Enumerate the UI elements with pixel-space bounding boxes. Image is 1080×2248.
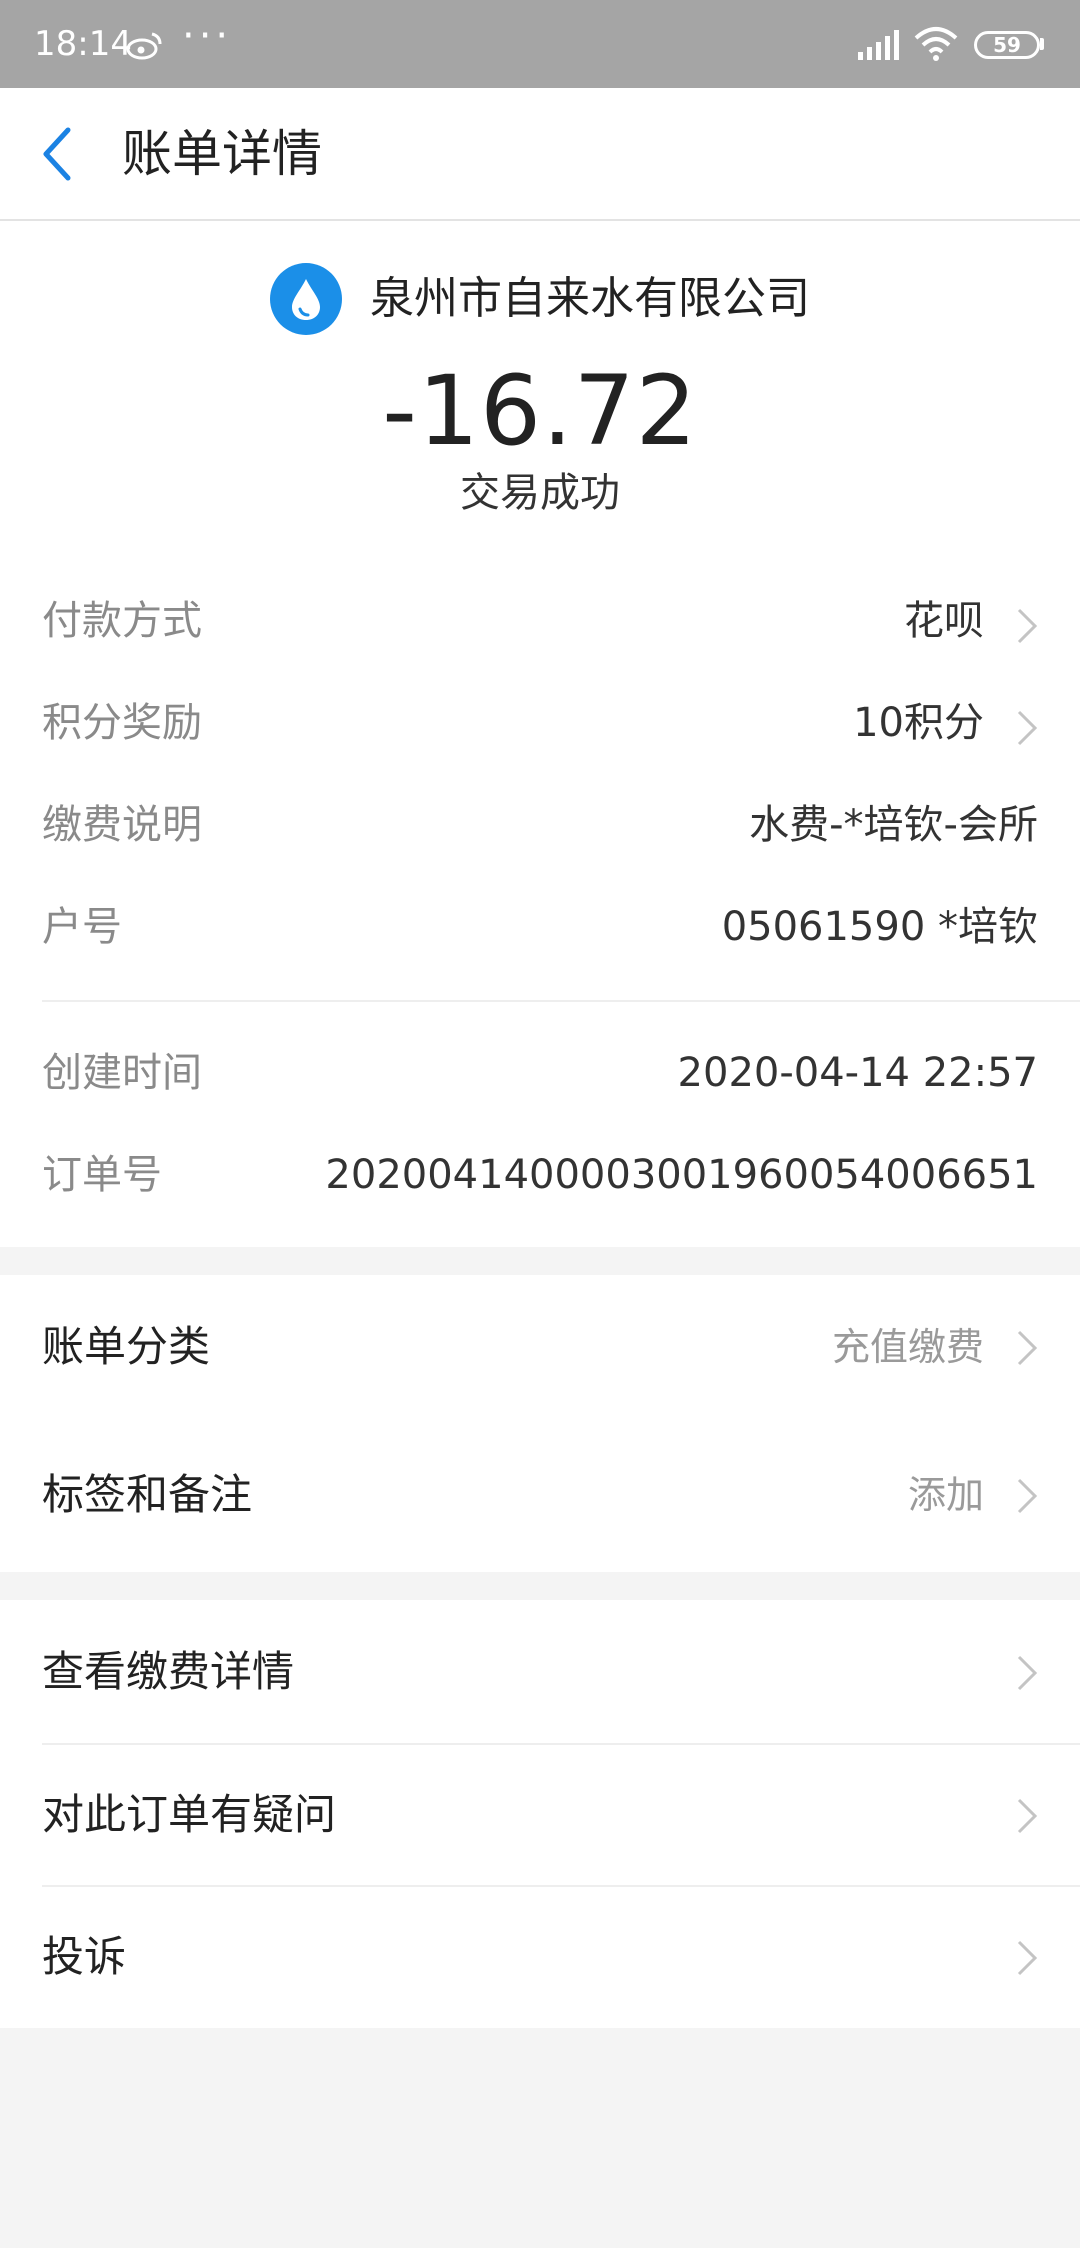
chevron-right-icon bbox=[1017, 710, 1038, 746]
detail-row-points-reward[interactable]: 积分奖励 10积分 bbox=[0, 683, 1080, 763]
category-value: 充值缴费 bbox=[831, 1325, 984, 1369]
detail-value: 水费-*培钦-会所 bbox=[749, 802, 1038, 848]
signal-icon bbox=[858, 30, 899, 60]
action-label: 对此订单有疑问 bbox=[42, 1790, 337, 1839]
chevron-right-icon bbox=[1017, 1798, 1038, 1834]
detail-row-payment-method[interactable]: 付款方式 花呗 bbox=[0, 581, 1080, 661]
detail-label: 户号 bbox=[42, 904, 122, 950]
tags-label: 标签和备注 bbox=[42, 1470, 253, 1519]
detail-value: 05061590 *培钦 bbox=[721, 904, 1038, 950]
chevron-right-icon bbox=[1017, 1940, 1038, 1976]
bill-settings-card: 账单分类 充值缴费 标签和备注 添加 bbox=[0, 1275, 1080, 1572]
transaction-status: 交易成功 bbox=[460, 470, 620, 516]
chevron-right-icon bbox=[1017, 608, 1038, 644]
order-question-row[interactable]: 对此订单有疑问 bbox=[0, 1743, 1080, 1887]
detail-value: 2020-04-14 22:57 bbox=[677, 1050, 1038, 1096]
chevron-right-icon bbox=[1017, 1330, 1038, 1366]
detail-label: 订单号 bbox=[42, 1152, 162, 1198]
actions-card: 查看缴费详情 对此订单有疑问 投诉 bbox=[0, 1600, 1080, 2028]
wifi-icon bbox=[914, 27, 958, 61]
detail-row-order-number: 订单号 2020041400003001960054006651 bbox=[0, 1135, 1080, 1215]
chevron-right-icon bbox=[1017, 1655, 1038, 1691]
detail-label: 缴费说明 bbox=[42, 802, 202, 848]
view-payment-details-row[interactable]: 查看缴费详情 bbox=[0, 1600, 1080, 1744]
tags-notes-row[interactable]: 标签和备注 添加 bbox=[0, 1423, 1080, 1567]
detail-value: 10积分 bbox=[853, 700, 984, 746]
detail-row-created-time: 创建时间 2020-04-14 22:57 bbox=[0, 1033, 1080, 1113]
status-bar: 18:14 ··· 59 bbox=[0, 0, 1080, 88]
merchant-header: 泉州市自来水有限公司 bbox=[0, 261, 1080, 337]
battery-cap bbox=[1040, 38, 1044, 50]
detail-row-payment-note: 缴费说明 水费-*培钦-会所 bbox=[0, 785, 1080, 865]
merchant-name: 泉州市自来水有限公司 bbox=[370, 273, 810, 324]
nav-bar: 账单详情 bbox=[0, 88, 1080, 221]
divider bbox=[42, 1000, 1080, 1002]
detail-value: 2020041400003001960054006651 bbox=[325, 1152, 1038, 1198]
detail-label: 付款方式 bbox=[42, 598, 202, 644]
water-drop-icon bbox=[270, 263, 342, 335]
bill-category-row[interactable]: 账单分类 充值缴费 bbox=[0, 1275, 1080, 1419]
detail-value: 花呗 bbox=[904, 598, 984, 644]
detail-row-account-number: 户号 05061590 *培钦 bbox=[0, 887, 1080, 967]
bill-summary-card: 泉州市自来水有限公司 -16.72 交易成功 付款方式 花呗 积分奖励 10积分… bbox=[0, 221, 1080, 1247]
detail-label: 创建时间 bbox=[42, 1050, 202, 1096]
action-label: 投诉 bbox=[42, 1932, 127, 1981]
action-label: 查看缴费详情 bbox=[42, 1647, 295, 1696]
weibo-icon bbox=[126, 32, 162, 60]
more-notifications-icon: ··· bbox=[182, 13, 233, 59]
status-time: 18:14 bbox=[34, 24, 132, 64]
complaint-row[interactable]: 投诉 bbox=[0, 1885, 1080, 2029]
detail-label: 积分奖励 bbox=[42, 700, 202, 746]
transaction-amount: -16.72 bbox=[382, 355, 698, 467]
back-arrow-icon[interactable] bbox=[38, 124, 78, 184]
page-title: 账单详情 bbox=[122, 125, 322, 183]
chevron-right-icon bbox=[1017, 1478, 1038, 1514]
tags-value: 添加 bbox=[907, 1473, 984, 1517]
category-label: 账单分类 bbox=[42, 1322, 211, 1371]
battery-icon: 59 bbox=[974, 31, 1040, 59]
